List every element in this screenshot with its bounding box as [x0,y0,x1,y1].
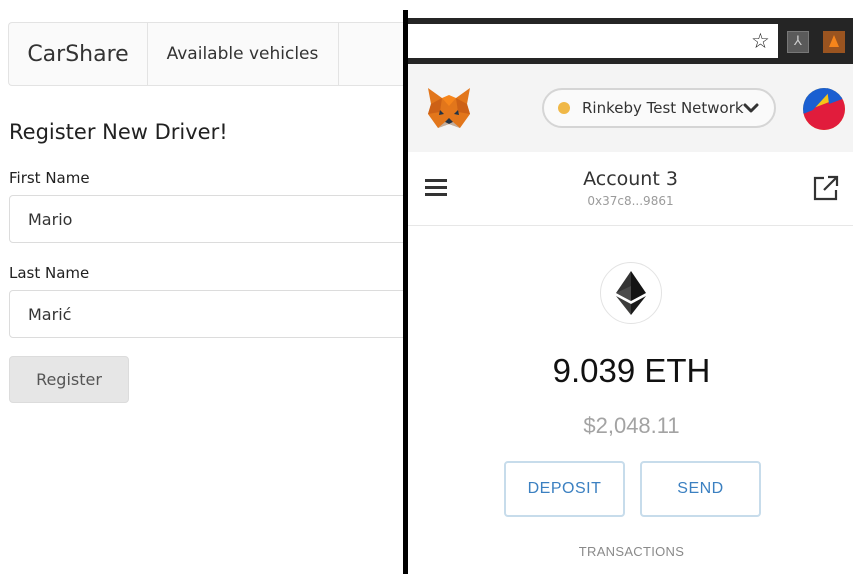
account-name[interactable]: Account 3 [408,168,853,190]
last-name-label: Last Name [9,264,90,282]
metamask-popup: ☆ ⅄ Rinkeby Test Network Account 3 0x37c… [408,0,853,574]
transactions-heading[interactable]: TRANSACTIONS [408,544,853,559]
send-button[interactable]: SEND [640,461,761,517]
brand-link[interactable]: CarShare [9,23,148,85]
network-selector[interactable]: Rinkeby Test Network [542,88,776,128]
metamask-header: Rinkeby Test Network [408,64,853,152]
last-name-input[interactable] [9,290,429,338]
register-button[interactable]: Register [9,356,129,403]
star-icon[interactable]: ☆ [751,30,770,52]
first-name-input[interactable] [9,195,429,243]
account-address[interactable]: 0x37c8...9861 [408,194,853,208]
account-identicon[interactable] [803,88,845,130]
network-status-dot [558,102,570,114]
account-bar: Account 3 0x37c8...9861 [408,152,853,226]
address-bar[interactable]: ☆ [408,24,778,58]
deposit-button[interactable]: DEPOSIT [504,461,625,517]
external-link-icon[interactable] [812,174,840,202]
first-name-label: First Name [9,169,90,187]
navbar: CarShare Available vehicles [8,22,418,86]
eth-balance: 9.039 ETH [552,352,711,389]
ethereum-icon [616,271,646,315]
metamask-fox-icon [428,88,470,128]
carshare-app: CarShare Available vehicles Register New… [0,0,429,574]
nav-link-available-vehicles[interactable]: Available vehicles [147,23,339,85]
browser-toolbar: ☆ ⅄ [408,18,853,64]
form-title: Register New Driver! [9,120,228,144]
pdf-extension-icon[interactable]: ⅄ [787,31,809,53]
chevron-down-icon [743,103,759,113]
metamask-extension-icon[interactable] [823,31,845,53]
network-name: Rinkeby Test Network [582,99,744,117]
ethereum-logo [600,262,662,324]
usd-balance: $2,048.11 [583,413,680,438]
